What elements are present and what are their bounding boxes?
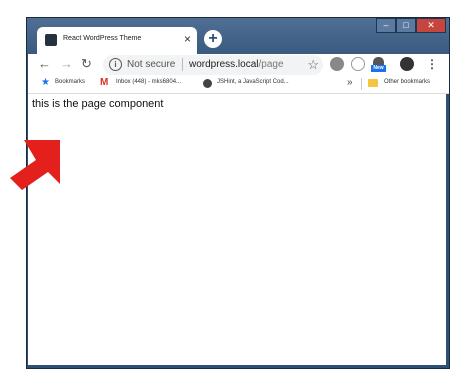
extension-shape-icon	[373, 57, 384, 65]
title-bar: – □ ✕ React WordPress Theme × +	[27, 18, 449, 54]
bookmark-item-bookmarks[interactable]: Bookmarks	[55, 79, 85, 85]
browser-window: – □ ✕ React WordPress Theme × + ← → ↻ i …	[26, 17, 450, 369]
divider	[182, 58, 183, 71]
bookmark-star-icon[interactable]: ☆	[307, 57, 319, 73]
menu-icon[interactable]: ⋮	[426, 57, 438, 71]
bookmarks-bar: ★ Bookmarks M Inbox (448) - mks6804... J…	[28, 76, 449, 94]
security-label: Not secure	[127, 59, 176, 70]
folder-icon	[368, 79, 378, 87]
address-bar[interactable]: i Not secure wordpress.local/page ☆	[103, 55, 323, 75]
bookmark-item-jshint[interactable]: JSHint, a JavaScript Cod...	[217, 79, 289, 85]
reload-button[interactable]: ↻	[81, 56, 92, 72]
url-host: wordpress.local	[189, 59, 259, 70]
window-close-button[interactable]: ✕	[416, 18, 446, 33]
avatar[interactable]	[400, 57, 414, 71]
tab-title: React WordPress Theme	[63, 35, 142, 42]
favicon-icon	[45, 34, 57, 46]
back-button[interactable]: ←	[38, 56, 51, 71]
red-arrow-icon	[10, 140, 60, 190]
maximize-button[interactable]: □	[396, 18, 416, 33]
tab-active[interactable]: React WordPress Theme ×	[37, 27, 197, 54]
bookmarks-star-icon: ★	[41, 77, 50, 88]
extension-new-icon[interactable]: New	[371, 57, 386, 72]
bookmarks-overflow-button[interactable]: »	[347, 77, 353, 88]
globe-icon	[203, 79, 212, 88]
toolbar: ← → ↻ i Not secure wordpress.local/page …	[28, 54, 449, 76]
page-text: this is the page component	[32, 98, 164, 110]
forward-button[interactable]: →	[60, 56, 73, 71]
new-badge: New	[371, 65, 386, 72]
info-icon[interactable]: i	[109, 58, 122, 71]
url-text[interactable]: wordpress.local/page	[189, 59, 284, 70]
new-tab-button[interactable]: +	[204, 30, 222, 48]
page-content: this is the page component	[28, 94, 446, 365]
minimize-button[interactable]: –	[376, 18, 396, 33]
gmail-icon: M	[100, 77, 109, 88]
divider	[361, 78, 362, 90]
tab-close-icon[interactable]: ×	[184, 32, 191, 46]
url-path: /page	[258, 59, 284, 70]
extension-icon[interactable]	[330, 57, 344, 71]
extension-shield-icon[interactable]	[351, 57, 365, 71]
bookmark-other[interactable]: Other bookmarks	[384, 79, 430, 85]
bookmark-item-inbox[interactable]: Inbox (448) - mks6804...	[116, 79, 181, 85]
